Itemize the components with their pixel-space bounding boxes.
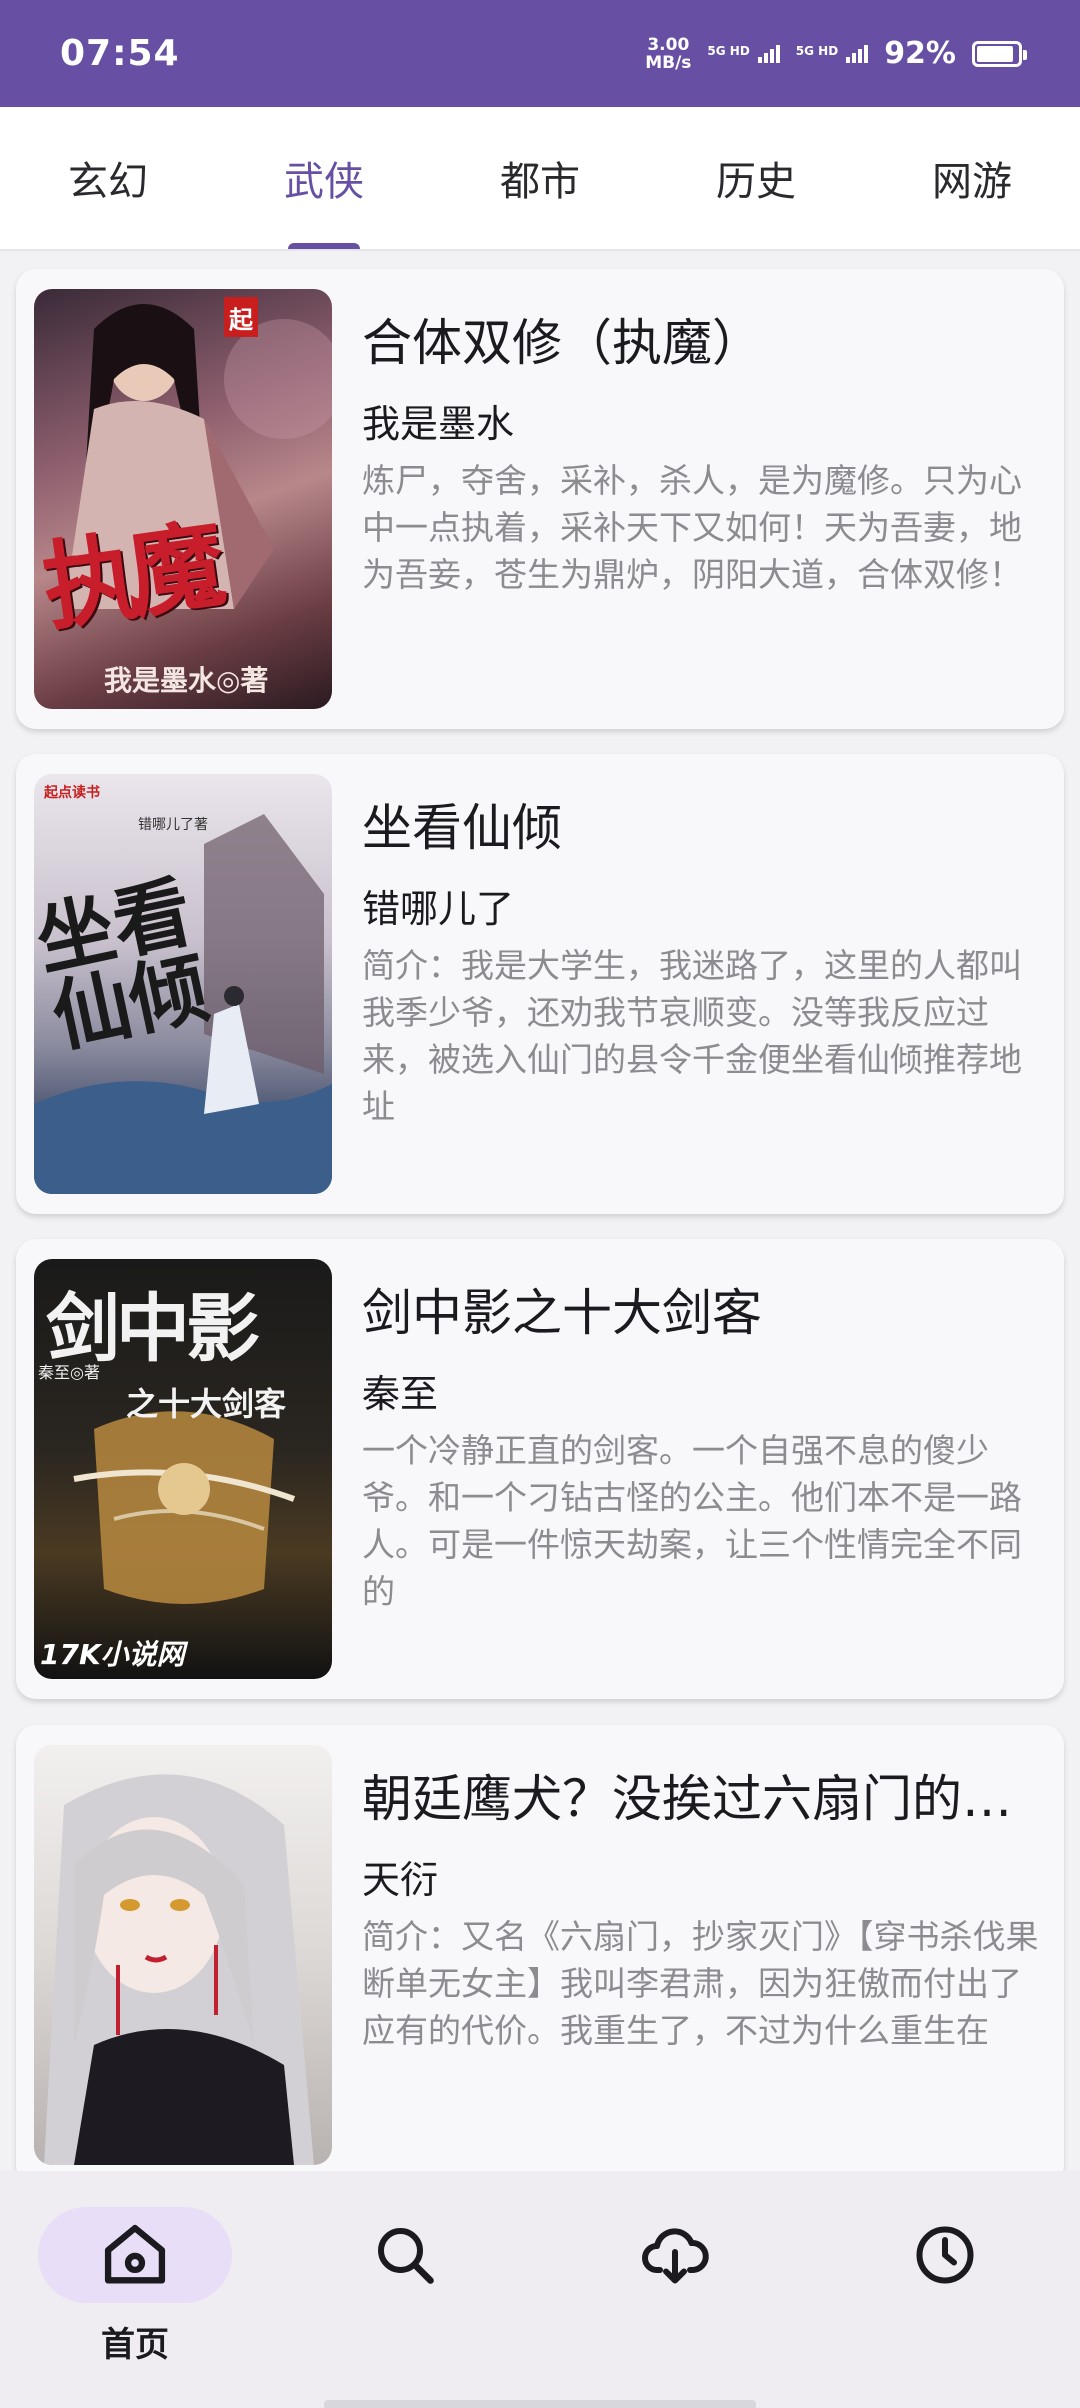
book-title: 合体双修（执魔） [362,314,762,372]
cover-art [44,1774,314,2165]
nav-search[interactable] [270,2171,540,2408]
network-speed: 3.00 MB/s [645,36,691,72]
book-list: 起 执魔 我是墨水◎著 合体双修（执魔） 我是墨水 炼尸，夺舍，采补，杀人，是为… [0,251,1080,2171]
nav-search-pill[interactable] [308,2207,502,2303]
book-cover[interactable]: 起 执魔 我是墨水◎著 [34,289,332,709]
sim2-label: 5G HD [795,43,839,58]
tab-wangyou[interactable]: 网游 [864,107,1080,249]
book-cover[interactable]: 剑中影 之十大剑客 秦至◎著 17K小说网 [34,1259,332,1679]
gesture-bar[interactable] [324,2400,756,2408]
cover-author: 秦至◎著 [38,1363,100,1382]
nav-history[interactable] [810,2171,1080,2408]
clock-icon [916,2226,974,2284]
tab-xuanhuan[interactable]: 玄幻 [0,107,216,249]
book-card[interactable]: 起点读书 错哪儿了著 坐看仙倾 坐看仙倾 错哪儿了 简介：我是大学生，我迷路了，… [16,754,1064,1214]
battery-level-fill [977,45,1014,62]
nav-home[interactable]: 首页 [0,2171,270,2408]
book-description: 简介：又名《六扇门，抄家灭门》【穿书杀伐果断单无女主】我叫李君肃，因为狂傲而付出… [362,1917,1039,2050]
nav-home-pill[interactable] [38,2207,232,2303]
status-time: 07:54 [60,33,180,74]
battery-icon [972,40,1027,67]
tab-wuxia[interactable]: 武侠 [216,107,432,249]
nav-home-label: 首页 [101,2325,169,2365]
book-author: 我是墨水 [362,402,515,446]
book-card[interactable]: 朝廷鹰犬？没挨过六扇门的毒打吧 天衍 简介：又名《六扇门，抄家灭门》【穿书杀伐果… [16,1725,1064,2171]
book-card[interactable]: 起 执魔 我是墨水◎著 合体双修（执魔） 我是墨水 炼尸，夺舍，采补，杀人，是为… [16,269,1064,729]
search-icon [378,2228,434,2284]
cover-author: 错哪儿了著 [138,817,208,833]
book-author: 错哪儿了 [362,887,515,931]
book-description: 一个冷静正直的剑客。一个自强不息的傻少爷。和一个刁钻古怪的公主。他们本不是一路人… [362,1431,1022,1611]
book-cover[interactable] [34,1745,332,2165]
book-card[interactable]: 剑中影 之十大剑客 秦至◎著 17K小说网 剑中影之十大剑客 秦至 一个冷静正直… [16,1239,1064,1699]
book-cover[interactable]: 起点读书 错哪儿了著 坐看仙倾 [34,774,332,1194]
cover-badge: 起点读书 [44,785,100,801]
book-title: 坐看仙倾 [362,799,562,857]
sim1-signal-icon: 5G HD [707,43,780,63]
book-title: 朝廷鹰犬？没挨过六扇门的毒打吧 [362,1770,1042,1828]
cover-badge: 起 [224,297,258,337]
nav-download-pill[interactable] [578,2207,772,2303]
home-icon [104,2224,166,2284]
bottom-navigation: 首页 [0,2171,1080,2408]
cloud-download-icon [642,2228,709,2284]
nav-history-pill[interactable] [848,2207,1042,2303]
book-author: 天衍 [362,1858,439,1902]
tab-lishi[interactable]: 历史 [648,107,864,249]
cover-subtitle: 之十大剑客 [126,1385,287,1423]
category-tabs: 玄幻 武侠 都市 历史 网游 [0,107,1080,251]
book-title: 剑中影之十大剑客 [362,1284,762,1342]
sim2-signal-icon: 5G HD [795,43,869,63]
cover-badge: 17K小说网 [40,1638,185,1671]
book-author: 秦至 [362,1372,439,1416]
network-speed-value: 3.00 [647,34,690,55]
status-indicators: 3.00 MB/s 5G HD 5G HD 92% [645,36,1027,72]
status-bar: 07:54 3.00 MB/s 5G HD 5G HD 92% [0,0,1080,107]
tab-dushi[interactable]: 都市 [432,107,648,249]
book-description: 简介：我是大学生，我迷路了，这里的人都叫我季少爷，还劝我节哀顺变。没等我反应过来… [362,946,1022,1126]
battery-percent: 92% [884,36,956,71]
cover-title: 执魔 [36,508,223,645]
nav-download[interactable] [540,2171,810,2408]
book-description: 炼尸，夺舍，采补，杀人，是为魔修。只为心中一点执着，采补天下又如何！天为吾妻，地… [362,461,1022,594]
sim1-label: 5G HD [707,43,750,58]
network-speed-unit: MB/s [645,52,692,73]
cover-author: 我是墨水◎著 [104,664,269,697]
